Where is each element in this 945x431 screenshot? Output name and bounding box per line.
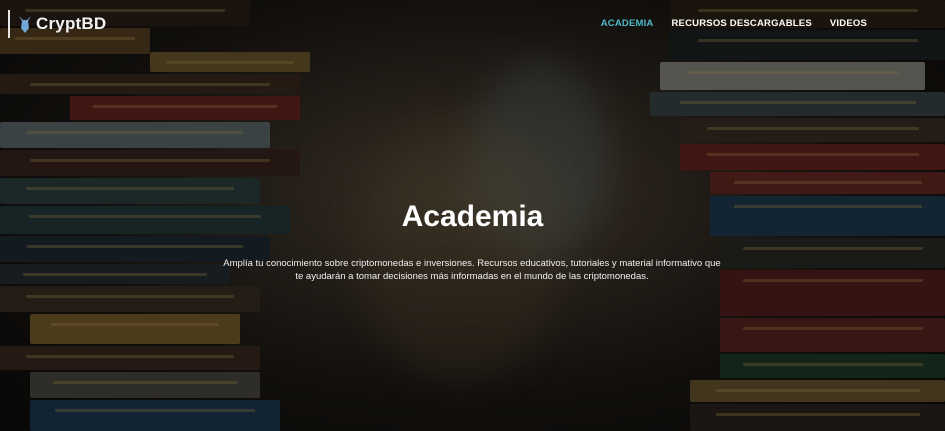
hero-description: Amplía tu conocimiento sobre criptomoned… [223, 258, 721, 282]
navbar: CryptBD ACADEMIA RECURSOS DESCARGABLES V… [0, 0, 945, 48]
brand-logo[interactable]: CryptBD [8, 10, 106, 38]
nav-link-recursos-descargables[interactable]: RECURSOS DESCARGABLES [672, 18, 812, 29]
nav-link-videos[interactable]: VIDEOS [830, 18, 867, 29]
nav-link-academia[interactable]: ACADEMIA [601, 18, 654, 29]
bull-head-icon [19, 16, 31, 33]
brand-name: CryptBD [36, 14, 107, 33]
logo-divider [8, 10, 10, 38]
main-nav: ACADEMIA RECURSOS DESCARGABLES VIDEOS [601, 18, 867, 29]
page-title: Academia [401, 200, 544, 233]
